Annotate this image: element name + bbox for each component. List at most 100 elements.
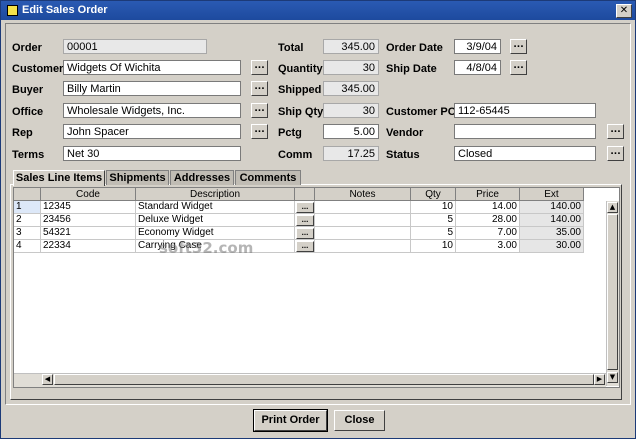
- row-lookup-button[interactable]: ...: [296, 241, 314, 252]
- scroll-down-icon[interactable]: ▼: [607, 372, 618, 383]
- pctg-field[interactable]: 5.00: [323, 124, 379, 139]
- comm-label: Comm: [278, 149, 313, 161]
- total-field: 345.00: [323, 39, 379, 54]
- customer-po-field[interactable]: 112-65445: [454, 103, 596, 118]
- quantity-field: 30: [323, 60, 379, 75]
- vendor-lookup-button[interactable]: ...: [607, 124, 624, 139]
- ext-cell: 140.00: [520, 201, 584, 214]
- buyer-label: Buyer: [12, 84, 44, 96]
- close-window-icon[interactable]: ✕: [616, 4, 632, 18]
- row-lookup-button[interactable]: ...: [296, 228, 314, 239]
- buyer-lookup-button[interactable]: ...: [251, 81, 268, 96]
- tab-shipments[interactable]: Shipments: [106, 170, 169, 185]
- qty-cell[interactable]: 10: [411, 240, 456, 253]
- customer-field[interactable]: Widgets Of Wichita: [63, 60, 241, 75]
- rep-field[interactable]: John Spacer: [63, 124, 241, 139]
- status-field[interactable]: Closed: [454, 146, 596, 161]
- code-column-header[interactable]: Code: [41, 188, 136, 201]
- horizontal-scrollbar[interactable]: ◀ ▶: [14, 373, 606, 387]
- lookup-cell: ...: [295, 201, 315, 214]
- vertical-scrollbar[interactable]: ▲ ▼: [606, 201, 619, 386]
- row-number-cell[interactable]: 2: [14, 214, 41, 227]
- office-field[interactable]: Wholesale Widgets, Inc.: [63, 103, 241, 118]
- close-button[interactable]: Close: [334, 410, 385, 431]
- order-label: Order: [12, 42, 42, 54]
- row-number-cell[interactable]: 3: [14, 227, 41, 240]
- notes-column-header[interactable]: Notes: [315, 188, 411, 201]
- office-label: Office: [12, 106, 44, 118]
- description-column-header[interactable]: Description: [136, 188, 295, 201]
- ext-column-header[interactable]: Ext: [520, 188, 584, 201]
- qty-cell[interactable]: 10: [411, 201, 456, 214]
- customer-lookup-button[interactable]: ...: [251, 60, 268, 75]
- window-title: Edit Sales Order: [22, 4, 108, 16]
- watermark: soft32.com: [159, 239, 254, 257]
- scroll-right-icon[interactable]: ▶: [594, 374, 605, 385]
- order-date-field[interactable]: 3/9/04: [454, 39, 501, 54]
- print-order-button[interactable]: Print Order: [253, 409, 328, 432]
- edit-sales-order-window: Edit Sales Order ✕ Order 00001 Customer …: [0, 0, 636, 439]
- status-label: Status: [386, 149, 420, 161]
- app-icon: [7, 5, 18, 16]
- notes-cell[interactable]: [315, 227, 411, 240]
- vendor-field[interactable]: [454, 124, 596, 139]
- scroll-left-icon[interactable]: ◀: [42, 374, 53, 385]
- comm-field: 17.25: [323, 146, 379, 161]
- qty-column-header[interactable]: Qty: [411, 188, 456, 201]
- terms-field[interactable]: Net 30: [63, 146, 241, 161]
- price-cell[interactable]: 28.00: [456, 214, 520, 227]
- row-number-cell[interactable]: 4: [14, 240, 41, 253]
- description-cell[interactable]: Standard Widget: [136, 201, 295, 214]
- office-lookup-button[interactable]: ...: [251, 103, 268, 118]
- tab-addresses[interactable]: Addresses: [170, 170, 234, 185]
- ship-date-picker-button[interactable]: ...: [510, 60, 527, 75]
- sales-line-items-grid: Code Description Notes Qty Price Ext 1 1…: [13, 187, 620, 388]
- title-bar[interactable]: Edit Sales Order ✕: [1, 1, 635, 20]
- row-lookup-button[interactable]: ...: [296, 215, 314, 226]
- pctg-label: Pctg: [278, 127, 302, 139]
- ship-date-field[interactable]: 4/8/04: [454, 60, 501, 75]
- order-date-label: Order Date: [386, 42, 443, 54]
- code-cell[interactable]: 23456: [41, 214, 136, 227]
- code-cell[interactable]: 12345: [41, 201, 136, 214]
- notes-cell[interactable]: [315, 240, 411, 253]
- customer-label: Customer: [12, 63, 64, 75]
- price-cell[interactable]: 3.00: [456, 240, 520, 253]
- order-date-picker-button[interactable]: ...: [510, 39, 527, 54]
- scroll-up-icon[interactable]: ▲: [607, 202, 618, 213]
- customer-po-label: Customer PO: [386, 106, 457, 118]
- code-cell[interactable]: 54321: [41, 227, 136, 240]
- lookup-column-header: [295, 188, 315, 201]
- rep-label: Rep: [12, 127, 33, 139]
- buyer-field[interactable]: Billy Martin: [63, 81, 241, 96]
- order-number-field: 00001: [63, 39, 207, 54]
- status-lookup-button[interactable]: ...: [607, 146, 624, 161]
- terms-label: Terms: [12, 149, 45, 161]
- row-number-cell[interactable]: 1: [14, 201, 41, 214]
- ship-date-label: Ship Date: [386, 63, 437, 75]
- total-label: Total: [278, 42, 304, 54]
- lookup-cell: ...: [295, 214, 315, 227]
- ext-cell: 35.00: [520, 227, 584, 240]
- row-lookup-button[interactable]: ...: [296, 202, 314, 213]
- price-cell[interactable]: 7.00: [456, 227, 520, 240]
- shipped-field: 345.00: [323, 81, 379, 96]
- tab-comments[interactable]: Comments: [235, 170, 301, 185]
- row-number-header: [14, 188, 41, 201]
- lookup-cell: ...: [295, 240, 315, 253]
- rep-lookup-button[interactable]: ...: [251, 124, 268, 139]
- code-cell[interactable]: 22334: [41, 240, 136, 253]
- notes-cell[interactable]: [315, 214, 411, 227]
- vendor-label: Vendor: [386, 127, 424, 139]
- tab-sales-line-items[interactable]: Sales Line Items: [13, 170, 105, 186]
- notes-cell[interactable]: [315, 201, 411, 214]
- shipped-label: Shipped: [278, 84, 322, 96]
- qty-cell[interactable]: 5: [411, 227, 456, 240]
- vertical-scroll-thumb[interactable]: [607, 214, 618, 370]
- price-column-header[interactable]: Price: [456, 188, 520, 201]
- description-cell[interactable]: Deluxe Widget: [136, 214, 295, 227]
- ship-qty-label: Ship Qty: [278, 106, 324, 118]
- horizontal-scroll-thumb[interactable]: [54, 374, 594, 385]
- qty-cell[interactable]: 5: [411, 214, 456, 227]
- price-cell[interactable]: 14.00: [456, 201, 520, 214]
